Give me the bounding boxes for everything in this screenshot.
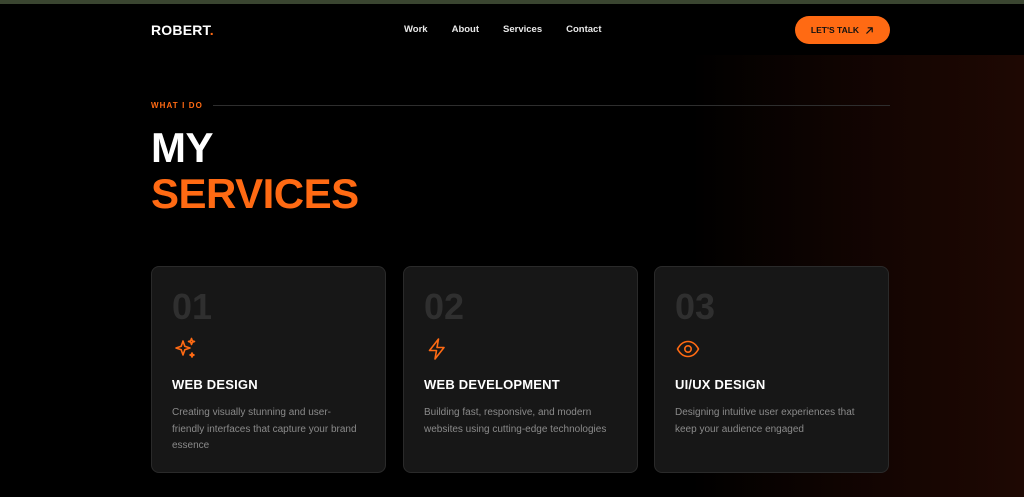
service-description: Building fast, responsive, and modern we… — [424, 407, 607, 435]
section-eyebrow: WHAT I DO — [151, 100, 203, 110]
section-title-line1: MY — [151, 124, 214, 171]
nav-link-services[interactable]: Services — [503, 24, 542, 35]
services-grid: 01 WEB DESIGN Creating visually stunning… — [151, 266, 890, 473]
section-eyebrow-row: WHAT I DO — [151, 100, 890, 110]
service-card-web-development[interactable]: 02 WEB DEVELOPMENT Building fast, respon… — [403, 266, 638, 473]
service-number: 01 — [172, 286, 213, 327]
service-title: WEB DESIGN — [172, 377, 258, 392]
service-number: 03 — [675, 286, 716, 327]
service-description: Designing intuitive user experiences tha… — [675, 407, 855, 435]
eyebrow-divider — [212, 104, 890, 106]
lightning-icon — [424, 336, 450, 362]
lets-talk-button[interactable]: LET'S TALK — [795, 16, 890, 44]
logo[interactable]: ROBERT. — [151, 22, 214, 38]
service-title: UI/UX DESIGN — [675, 377, 766, 392]
service-number: 02 — [424, 286, 465, 327]
service-card-ui-ux-design[interactable]: 03 UI/UX DESIGN Designing intuitive user… — [654, 266, 889, 473]
eye-icon — [675, 336, 701, 362]
navbar: ROBERT. Work About Services Contact LET'… — [0, 4, 1024, 56]
logo-text: ROBERT — [151, 22, 210, 38]
sparkles-icon — [172, 336, 198, 362]
nav-link-work[interactable]: Work — [404, 24, 428, 35]
lets-talk-label: LET'S TALK — [810, 25, 860, 35]
nav-links: Work About Services Contact — [404, 24, 626, 35]
service-description: Creating visually stunning and user-frie… — [172, 407, 357, 451]
service-card-web-design[interactable]: 01 WEB DESIGN Creating visually stunning… — [151, 266, 386, 473]
logo-dot: . — [209, 22, 214, 38]
arrow-up-right-icon — [866, 26, 873, 34]
nav-link-about[interactable]: About — [452, 24, 479, 35]
nav-link-contact[interactable]: Contact — [566, 24, 601, 35]
service-title: WEB DEVELOPMENT — [424, 377, 560, 392]
section-title-line2: SERVICES — [151, 170, 359, 217]
